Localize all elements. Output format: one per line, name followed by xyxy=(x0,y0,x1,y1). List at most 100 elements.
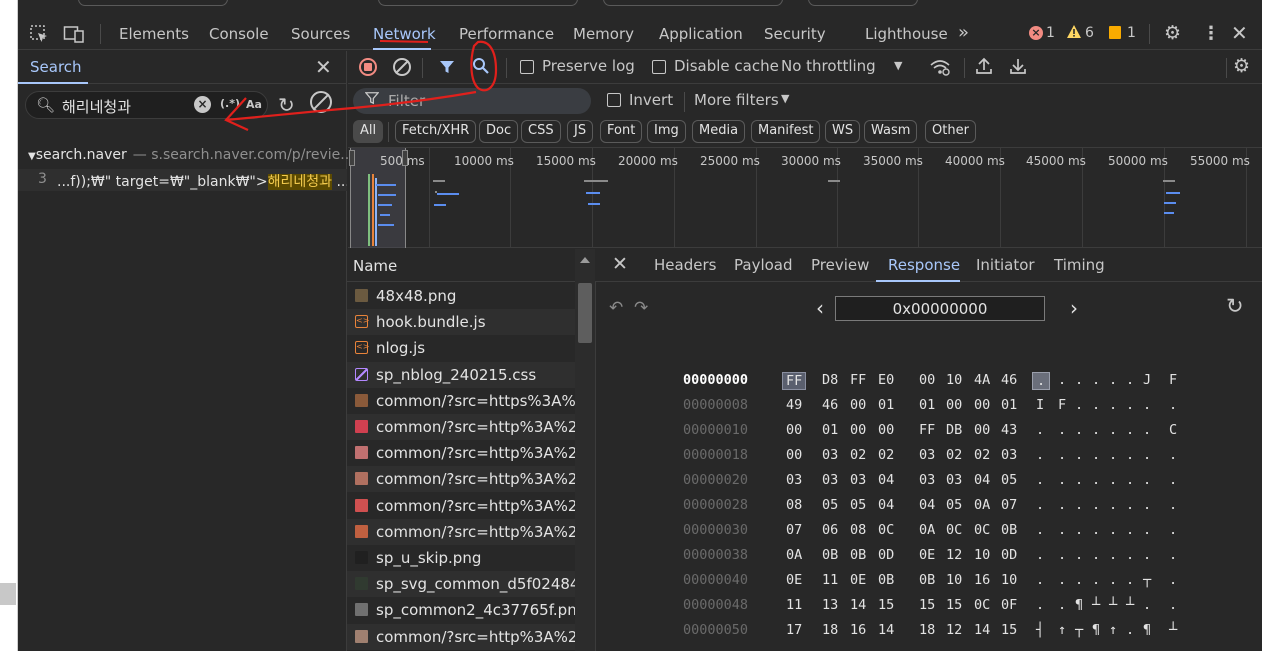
tab-network[interactable]: Network xyxy=(373,25,436,43)
ascii-char[interactable]: . xyxy=(1036,522,1044,538)
ascii-char[interactable]: . xyxy=(1126,397,1134,413)
hex-byte[interactable]: 14 xyxy=(974,622,990,638)
tab-headers[interactable]: Headers xyxy=(654,256,716,274)
ascii-char[interactable]: . xyxy=(1126,372,1134,388)
timeline-overview[interactable]: 500 ms 10000 ms 15000 ms 20000 ms 25000 … xyxy=(348,148,1262,248)
hex-byte[interactable]: 14 xyxy=(878,622,894,638)
ascii-char[interactable]: ↑ xyxy=(1058,622,1066,638)
hex-byte[interactable]: FF xyxy=(850,372,866,388)
more-filters-button[interactable]: More filters xyxy=(694,91,779,109)
previous-page-icon[interactable]: ‹ xyxy=(816,296,824,320)
ascii-char[interactable]: . xyxy=(1058,472,1066,488)
hex-byte[interactable]: 0E xyxy=(919,547,935,563)
tab-payload[interactable]: Payload xyxy=(734,256,793,274)
regex-toggle[interactable]: (.*) xyxy=(220,97,240,110)
ascii-char[interactable]: . xyxy=(1169,572,1177,588)
hex-byte[interactable]: 10 xyxy=(1001,572,1017,588)
ascii-char[interactable]: . xyxy=(1058,522,1066,538)
chevron-down-icon[interactable]: ▼ xyxy=(894,59,902,72)
hex-byte[interactable]: 04 xyxy=(878,472,894,488)
reload-icon[interactable]: ↻ xyxy=(1226,294,1244,318)
type-fetch-xhr[interactable]: Fetch/XHR xyxy=(395,120,477,143)
hex-byte[interactable]: 01 xyxy=(919,397,935,413)
ascii-char[interactable]: . xyxy=(1092,522,1100,538)
ascii-char[interactable]: . xyxy=(1058,497,1066,513)
ascii-char[interactable]: . xyxy=(1169,497,1177,513)
hex-byte[interactable]: 0B xyxy=(878,572,894,588)
hex-byte[interactable]: 06 xyxy=(822,522,838,538)
hex-byte[interactable]: 01 xyxy=(1001,397,1017,413)
hex-byte[interactable]: 05 xyxy=(822,497,838,513)
request-row[interactable]: common/?src=http%3A%2... xyxy=(347,414,575,440)
close-search-icon[interactable]: ✕ xyxy=(315,55,332,79)
hex-byte[interactable]: E0 xyxy=(878,372,894,388)
hex-byte[interactable]: D8 xyxy=(822,372,838,388)
hex-byte[interactable]: 0A xyxy=(974,497,990,513)
chevron-down-icon[interactable]: ▼ xyxy=(781,92,789,105)
hex-byte[interactable]: 00 xyxy=(786,447,802,463)
ascii-char[interactable]: J xyxy=(1143,372,1151,388)
ascii-char[interactable]: . xyxy=(1075,497,1083,513)
hex-byte[interactable]: 03 xyxy=(786,472,802,488)
hex-byte[interactable]: 18 xyxy=(919,622,935,638)
ascii-char[interactable]: . xyxy=(1143,522,1151,538)
hex-byte[interactable]: 00 xyxy=(878,422,894,438)
hex-byte[interactable]: 0E xyxy=(850,572,866,588)
redo-icon[interactable]: ↷ xyxy=(634,298,648,318)
hex-byte[interactable]: FF xyxy=(782,372,807,390)
ascii-char[interactable]: ┬ xyxy=(1075,622,1083,638)
undo-icon[interactable]: ↶ xyxy=(609,298,623,318)
more-options-icon[interactable]: ⋮ xyxy=(1202,23,1220,44)
ascii-char[interactable]: ¶ xyxy=(1092,622,1100,638)
hex-byte[interactable]: 12 xyxy=(946,622,962,638)
search-icon[interactable] xyxy=(472,57,490,79)
ascii-char[interactable]: . xyxy=(1092,422,1100,438)
ascii-char[interactable]: . xyxy=(1109,472,1117,488)
tab-elements[interactable]: Elements xyxy=(119,25,189,43)
hex-byte[interactable]: 0E xyxy=(786,572,802,588)
hex-byte[interactable]: 46 xyxy=(822,397,838,413)
request-row[interactable]: common/?src=http%3A%2... xyxy=(347,623,575,650)
ascii-char[interactable]: . xyxy=(1109,422,1117,438)
type-img[interactable]: Img xyxy=(647,120,686,143)
ascii-char[interactable]: F xyxy=(1058,397,1066,413)
ascii-char[interactable]: . xyxy=(1075,522,1083,538)
ascii-char[interactable]: . xyxy=(1126,547,1134,563)
preserve-log-checkbox[interactable] xyxy=(520,60,534,74)
hex-byte[interactable]: 13 xyxy=(822,597,838,613)
match-case-toggle[interactable]: Aa xyxy=(246,98,262,111)
ascii-char[interactable]: . xyxy=(1126,572,1134,588)
name-column-header[interactable]: Name xyxy=(347,249,596,282)
hex-byte[interactable]: 03 xyxy=(946,472,962,488)
ascii-char[interactable]: . xyxy=(1075,372,1083,388)
tab-initiator[interactable]: Initiator xyxy=(976,256,1035,274)
ascii-char[interactable]: . xyxy=(1126,447,1134,463)
hex-byte[interactable]: 00 xyxy=(974,397,990,413)
network-conditions-icon[interactable] xyxy=(929,58,951,80)
hex-byte[interactable]: 00 xyxy=(919,372,935,388)
hex-byte[interactable]: 00 xyxy=(850,397,866,413)
ascii-char[interactable]: . xyxy=(1126,522,1134,538)
ascii-char[interactable]: . xyxy=(1032,372,1051,390)
ascii-char[interactable]: . xyxy=(1092,497,1100,513)
ascii-char[interactable]: ┴ xyxy=(1169,622,1177,638)
hex-byte[interactable]: 16 xyxy=(974,572,990,588)
hex-byte[interactable]: 07 xyxy=(786,522,802,538)
tab-lighthouse[interactable]: Lighthouse xyxy=(865,25,948,43)
ascii-char[interactable]: . xyxy=(1109,522,1117,538)
hex-byte[interactable]: 07 xyxy=(1001,497,1017,513)
ascii-char[interactable]: . xyxy=(1143,497,1151,513)
hex-byte[interactable]: 10 xyxy=(946,372,962,388)
ascii-char[interactable]: . xyxy=(1036,572,1044,588)
issues-icon[interactable] xyxy=(1109,26,1121,39)
hex-byte[interactable]: 08 xyxy=(850,522,866,538)
error-icon[interactable]: × xyxy=(1029,26,1043,40)
ascii-char[interactable]: . xyxy=(1075,447,1083,463)
clear-log-icon[interactable] xyxy=(393,58,411,76)
ascii-char[interactable]: . xyxy=(1075,422,1083,438)
ascii-char[interactable]: . xyxy=(1036,422,1044,438)
ascii-char[interactable]: . xyxy=(1058,447,1066,463)
ascii-char[interactable]: . xyxy=(1036,472,1044,488)
hex-byte[interactable]: 43 xyxy=(1001,422,1017,438)
request-row[interactable]: common/?src=https%3A%... xyxy=(347,388,575,414)
